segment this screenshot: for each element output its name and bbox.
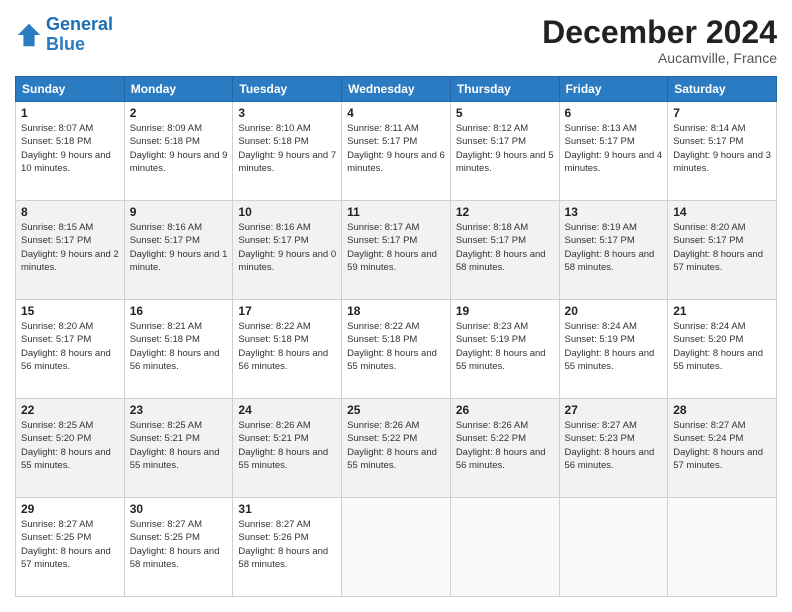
page: General Blue December 2024 Aucamville, F… [0,0,792,612]
header-wednesday: Wednesday [342,77,451,102]
table-row: 15 Sunrise: 8:20 AMSunset: 5:17 PMDaylig… [16,300,777,399]
day-1: 1 Sunrise: 8:07 AMSunset: 5:18 PMDayligh… [16,102,125,201]
header-tuesday: Tuesday [233,77,342,102]
title-block: December 2024 Aucamville, France [542,15,777,66]
day-13: 13 Sunrise: 8:19 AMSunset: 5:17 PMDaylig… [559,201,668,300]
logo-text: General Blue [46,15,113,55]
day-23: 23 Sunrise: 8:25 AMSunset: 5:21 PMDaylig… [124,399,233,498]
day-15: 15 Sunrise: 8:20 AMSunset: 5:17 PMDaylig… [16,300,125,399]
day-16: 16 Sunrise: 8:21 AMSunset: 5:18 PMDaylig… [124,300,233,399]
table-row: 1 Sunrise: 8:07 AMSunset: 5:18 PMDayligh… [16,102,777,201]
table-row: 22 Sunrise: 8:25 AMSunset: 5:20 PMDaylig… [16,399,777,498]
header-friday: Friday [559,77,668,102]
header: General Blue December 2024 Aucamville, F… [15,15,777,66]
empty-cell [342,498,451,597]
day-28: 28 Sunrise: 8:27 AMSunset: 5:24 PMDaylig… [668,399,777,498]
day-8: 8 Sunrise: 8:15 AMSunset: 5:17 PMDayligh… [16,201,125,300]
logo-line1: General [46,14,113,34]
day-21: 21 Sunrise: 8:24 AMSunset: 5:20 PMDaylig… [668,300,777,399]
day-9: 9 Sunrise: 8:16 AMSunset: 5:17 PMDayligh… [124,201,233,300]
day-11: 11 Sunrise: 8:17 AMSunset: 5:17 PMDaylig… [342,201,451,300]
day-4: 4 Sunrise: 8:11 AMSunset: 5:17 PMDayligh… [342,102,451,201]
day-26: 26 Sunrise: 8:26 AMSunset: 5:22 PMDaylig… [450,399,559,498]
day-18: 18 Sunrise: 8:22 AMSunset: 5:18 PMDaylig… [342,300,451,399]
day-10: 10 Sunrise: 8:16 AMSunset: 5:17 PMDaylig… [233,201,342,300]
day-3: 3 Sunrise: 8:10 AMSunset: 5:18 PMDayligh… [233,102,342,201]
day-20: 20 Sunrise: 8:24 AMSunset: 5:19 PMDaylig… [559,300,668,399]
day-19: 19 Sunrise: 8:23 AMSunset: 5:19 PMDaylig… [450,300,559,399]
empty-cell [668,498,777,597]
day-7: 7 Sunrise: 8:14 AMSunset: 5:17 PMDayligh… [668,102,777,201]
logo-icon [15,21,43,49]
day-17: 17 Sunrise: 8:22 AMSunset: 5:18 PMDaylig… [233,300,342,399]
table-row: 8 Sunrise: 8:15 AMSunset: 5:17 PMDayligh… [16,201,777,300]
header-sunday: Sunday [16,77,125,102]
day-22: 22 Sunrise: 8:25 AMSunset: 5:20 PMDaylig… [16,399,125,498]
logo: General Blue [15,15,113,55]
day-27: 27 Sunrise: 8:27 AMSunset: 5:23 PMDaylig… [559,399,668,498]
header-thursday: Thursday [450,77,559,102]
day-30: 30 Sunrise: 8:27 AMSunset: 5:25 PMDaylig… [124,498,233,597]
day-31: 31 Sunrise: 8:27 AMSunset: 5:26 PMDaylig… [233,498,342,597]
header-monday: Monday [124,77,233,102]
table-row: 29 Sunrise: 8:27 AMSunset: 5:25 PMDaylig… [16,498,777,597]
location: Aucamville, France [542,50,777,66]
day-14: 14 Sunrise: 8:20 AMSunset: 5:17 PMDaylig… [668,201,777,300]
header-saturday: Saturday [668,77,777,102]
logo-line2: Blue [46,34,85,54]
day-25: 25 Sunrise: 8:26 AMSunset: 5:22 PMDaylig… [342,399,451,498]
empty-cell [450,498,559,597]
day-5: 5 Sunrise: 8:12 AMSunset: 5:17 PMDayligh… [450,102,559,201]
day-12: 12 Sunrise: 8:18 AMSunset: 5:17 PMDaylig… [450,201,559,300]
day-29: 29 Sunrise: 8:27 AMSunset: 5:25 PMDaylig… [16,498,125,597]
calendar-table: Sunday Monday Tuesday Wednesday Thursday… [15,76,777,597]
month-year: December 2024 [542,15,777,50]
day-6: 6 Sunrise: 8:13 AMSunset: 5:17 PMDayligh… [559,102,668,201]
day-24: 24 Sunrise: 8:26 AMSunset: 5:21 PMDaylig… [233,399,342,498]
empty-cell [559,498,668,597]
weekday-header-row: Sunday Monday Tuesday Wednesday Thursday… [16,77,777,102]
day-2: 2 Sunrise: 8:09 AMSunset: 5:18 PMDayligh… [124,102,233,201]
